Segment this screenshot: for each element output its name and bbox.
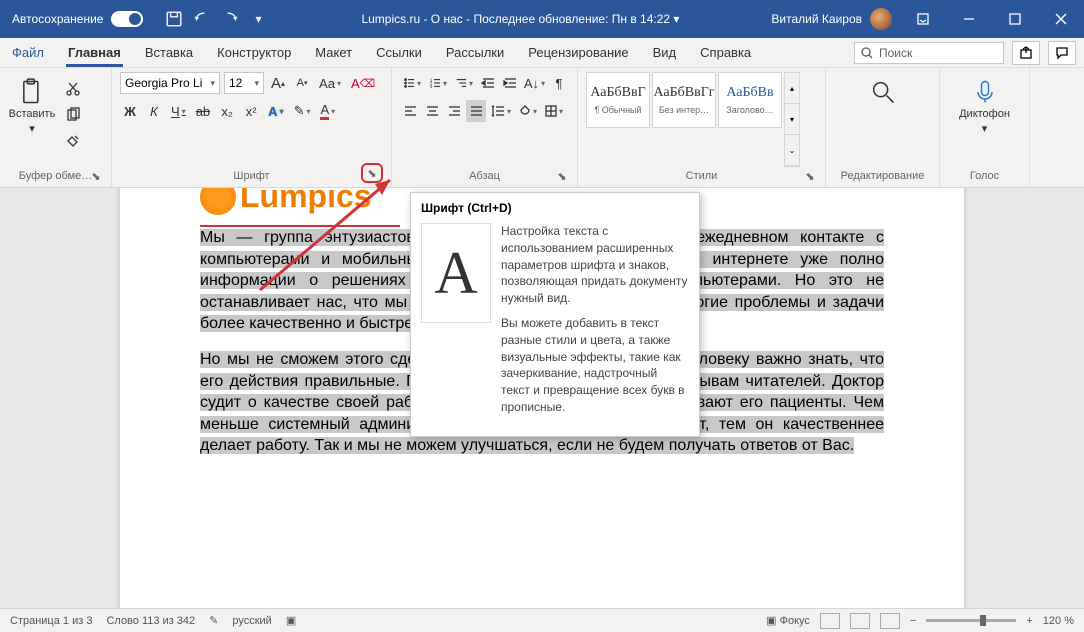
styles-up[interactable]: ▴ bbox=[785, 73, 799, 104]
tab-view[interactable]: Вид bbox=[641, 38, 689, 67]
qat-dropdown-icon[interactable]: ▾ bbox=[249, 10, 267, 28]
change-case-button[interactable]: Aa bbox=[316, 72, 344, 94]
status-language[interactable]: русский bbox=[232, 615, 271, 627]
user-name[interactable]: Виталий Каиров bbox=[771, 12, 862, 26]
find-button[interactable] bbox=[859, 72, 907, 167]
tab-insert[interactable]: Вставка bbox=[133, 38, 205, 67]
style-normal[interactable]: АаБбВвГ¶ Обычный bbox=[586, 72, 650, 128]
minimize-button[interactable] bbox=[946, 0, 992, 38]
italic-button[interactable]: К bbox=[144, 100, 164, 122]
align-right-button[interactable] bbox=[444, 100, 464, 122]
clear-format-button[interactable]: A⌫ bbox=[348, 72, 378, 94]
titlebar: Автосохранение ▾ Lumpics.ru - О нас - По… bbox=[0, 0, 1084, 38]
highlight-button[interactable]: ✎ bbox=[291, 100, 314, 122]
align-left-button[interactable] bbox=[400, 100, 420, 122]
tab-design[interactable]: Конструктор bbox=[205, 38, 303, 67]
style-heading1[interactable]: АаБбВвЗаголово… bbox=[718, 72, 782, 128]
share-button[interactable] bbox=[1012, 41, 1040, 65]
autosave-label: Автосохранение bbox=[12, 12, 103, 26]
styles-launcher[interactable]: ⬊ bbox=[803, 169, 817, 183]
styles-gallery[interactable]: АаБбВвГ¶ Обычный АаБбВвГгБез интер… АаБб… bbox=[586, 72, 817, 167]
status-page[interactable]: Страница 1 из 3 bbox=[10, 615, 92, 627]
maximize-button[interactable] bbox=[992, 0, 1038, 38]
autosave-toggle[interactable] bbox=[111, 11, 143, 27]
line-spacing-button[interactable] bbox=[488, 100, 514, 122]
style-nospacing[interactable]: АаБбВвГгБез интер… bbox=[652, 72, 716, 128]
tab-references[interactable]: Ссылки bbox=[364, 38, 434, 67]
shrink-font-button[interactable]: A▾ bbox=[292, 72, 312, 94]
show-marks-button[interactable]: ¶ bbox=[549, 72, 569, 94]
text-effects-button[interactable]: A bbox=[265, 100, 286, 122]
tab-mailings[interactable]: Рассылки bbox=[434, 38, 516, 67]
tab-home[interactable]: Главная bbox=[56, 38, 133, 67]
sort-button[interactable]: A↓ bbox=[522, 72, 547, 94]
font-name-combo[interactable]: Georgia Pro Li▾ bbox=[120, 72, 220, 94]
tooltip-preview: A bbox=[421, 223, 491, 323]
search-box[interactable]: Поиск bbox=[854, 42, 1004, 64]
increase-indent-button[interactable] bbox=[500, 72, 520, 94]
undo-icon[interactable] bbox=[193, 10, 211, 28]
document-title: Lumpics.ru - О нас - Последнее обновлени… bbox=[277, 12, 763, 26]
grow-font-button[interactable]: A▴ bbox=[268, 72, 288, 94]
format-painter-button[interactable] bbox=[62, 130, 84, 152]
comments-button[interactable] bbox=[1048, 41, 1076, 65]
clipboard-launcher[interactable]: ⬊ bbox=[89, 169, 103, 183]
close-button[interactable] bbox=[1038, 0, 1084, 38]
ribbon: Вставить▾ Буфер обме…⬊ Georgia Pro Li▾ 1… bbox=[0, 68, 1084, 188]
focus-mode[interactable]: ▣ Фокус bbox=[766, 614, 810, 627]
superscript-button[interactable]: x² bbox=[241, 100, 261, 122]
font-size-combo[interactable]: 12▾ bbox=[224, 72, 264, 94]
statusbar: Страница 1 из 3 Слово 113 из 342 ✎ русск… bbox=[0, 608, 1084, 632]
subscript-button[interactable]: x₂ bbox=[217, 100, 237, 122]
font-dialog-launcher[interactable]: ⬊ bbox=[361, 163, 383, 183]
tab-layout[interactable]: Макет bbox=[303, 38, 364, 67]
shading-button[interactable] bbox=[516, 100, 540, 122]
save-icon[interactable] bbox=[165, 10, 183, 28]
tab-file[interactable]: Файл bbox=[0, 38, 56, 67]
decrease-indent-button[interactable] bbox=[478, 72, 498, 94]
logo-orange-icon bbox=[200, 188, 236, 215]
styles-more[interactable]: ⌄ bbox=[785, 135, 799, 166]
svg-text:3: 3 bbox=[430, 84, 433, 89]
tooltip-text-1: Настройка текста с использованием расшир… bbox=[501, 223, 689, 307]
dictate-button[interactable]: Диктофон▾ bbox=[961, 72, 1009, 167]
status-proofing-icon[interactable]: ✎ bbox=[209, 614, 218, 627]
status-macro-icon[interactable]: ▣ bbox=[286, 614, 296, 627]
zoom-level[interactable]: 120 % bbox=[1043, 615, 1074, 627]
redo-icon[interactable] bbox=[221, 10, 239, 28]
ribbon-options-icon[interactable] bbox=[900, 0, 946, 38]
borders-button[interactable] bbox=[542, 100, 566, 122]
styles-down[interactable]: ▾ bbox=[785, 104, 799, 135]
tooltip-title: Шрифт (Ctrl+D) bbox=[411, 193, 699, 219]
view-web[interactable] bbox=[880, 613, 900, 629]
zoom-in[interactable]: + bbox=[1026, 615, 1032, 627]
underline-button[interactable]: Ч bbox=[168, 100, 189, 122]
paste-button[interactable]: Вставить▾ bbox=[8, 72, 56, 167]
tooltip-text-2: Вы можете добавить в текст разные стили … bbox=[501, 315, 689, 416]
numbering-button[interactable]: 123 bbox=[426, 72, 450, 94]
view-read[interactable] bbox=[820, 613, 840, 629]
justify-button[interactable] bbox=[466, 100, 486, 122]
status-words[interactable]: Слово 113 из 342 bbox=[106, 615, 195, 627]
paragraph-launcher[interactable]: ⬊ bbox=[555, 169, 569, 183]
copy-button[interactable] bbox=[62, 104, 84, 126]
cut-button[interactable] bbox=[62, 78, 84, 100]
tab-review[interactable]: Рецензирование bbox=[516, 38, 640, 67]
strikethrough-button[interactable]: ab bbox=[193, 100, 213, 122]
align-center-button[interactable] bbox=[422, 100, 442, 122]
multilevel-button[interactable] bbox=[452, 72, 476, 94]
font-color-button[interactable]: A bbox=[317, 100, 338, 122]
search-placeholder: Поиск bbox=[879, 46, 912, 60]
font-tooltip: Шрифт (Ctrl+D) A Настройка текста с испо… bbox=[410, 192, 700, 437]
bold-button[interactable]: Ж bbox=[120, 100, 140, 122]
bullets-button[interactable] bbox=[400, 72, 424, 94]
ribbon-tabs: Файл Главная Вставка Конструктор Макет С… bbox=[0, 38, 1084, 68]
zoom-out[interactable]: − bbox=[910, 615, 916, 627]
zoom-slider[interactable] bbox=[926, 619, 1016, 622]
tab-help[interactable]: Справка bbox=[688, 38, 763, 67]
view-print[interactable] bbox=[850, 613, 870, 629]
user-avatar[interactable] bbox=[870, 8, 892, 30]
